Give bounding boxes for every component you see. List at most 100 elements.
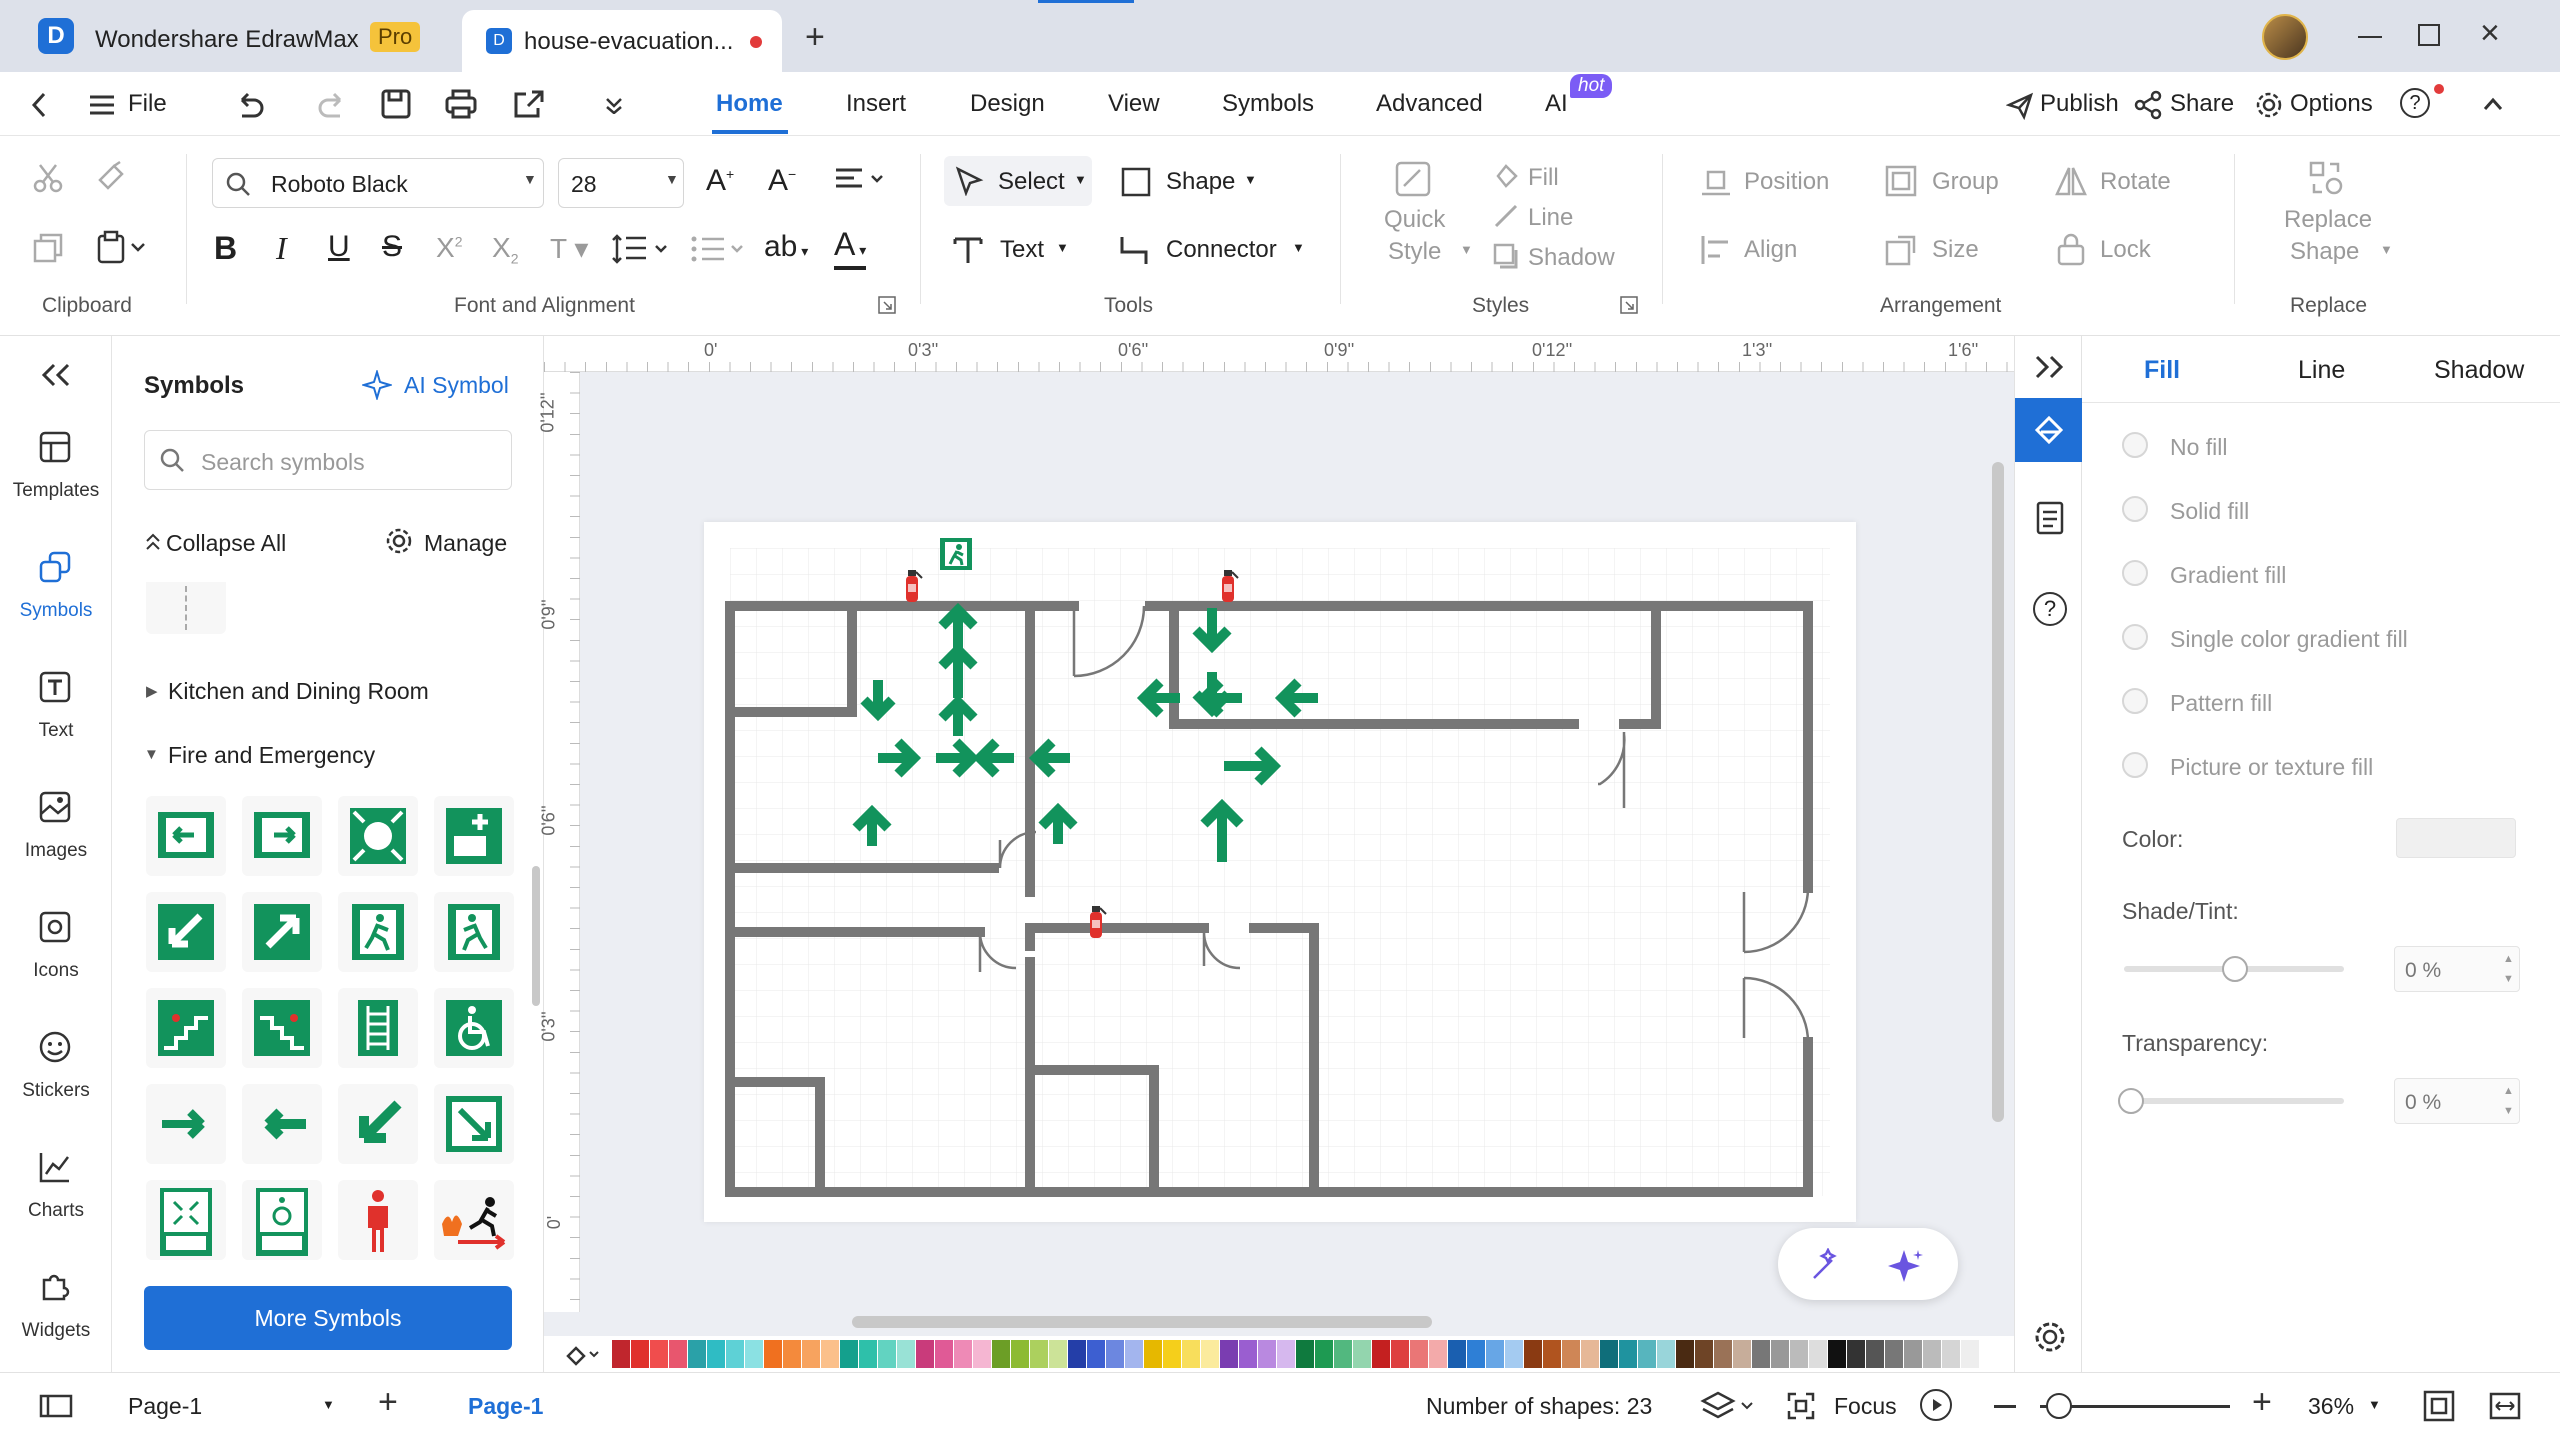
- color-swatch[interactable]: [954, 1340, 972, 1368]
- exit-arrow-up-right-icon[interactable]: [242, 892, 322, 972]
- color-swatch[interactable]: [897, 1340, 915, 1368]
- back-icon[interactable]: [28, 90, 52, 120]
- arrow-left-green-icon[interactable]: [242, 1084, 322, 1164]
- partial-symbol-tile[interactable]: [146, 582, 226, 634]
- category-kitchen[interactable]: Kitchen and Dining Room: [168, 678, 429, 705]
- color-swatch[interactable]: [688, 1340, 706, 1368]
- position-button[interactable]: Position: [1744, 168, 1829, 196]
- sidebar-item-stickers[interactable]: Stickers: [0, 1080, 112, 1102]
- color-swatch[interactable]: [1448, 1340, 1466, 1368]
- color-swatch[interactable]: [1562, 1340, 1580, 1368]
- text-style-icon[interactable]: T ▾: [550, 232, 588, 265]
- arrow-right-green-icon[interactable]: [146, 1084, 226, 1164]
- assembly-point-icon[interactable]: [146, 1180, 226, 1260]
- exit-right-sign-icon[interactable]: [242, 796, 322, 876]
- color-swatch[interactable]: [1277, 1340, 1295, 1368]
- layers-icon[interactable]: [1700, 1389, 1756, 1423]
- color-swatch[interactable]: [1961, 1340, 1979, 1368]
- user-avatar[interactable]: [2262, 14, 2308, 60]
- category-fire-emergency[interactable]: Fire and Emergency: [168, 742, 375, 769]
- dialog-launcher-icon[interactable]: [1620, 296, 1638, 314]
- panel-toggle-icon[interactable]: [38, 1393, 74, 1419]
- color-swatch[interactable]: [916, 1340, 934, 1368]
- person-red-icon[interactable]: [338, 1180, 418, 1260]
- line-button[interactable]: Line: [1528, 204, 1573, 232]
- sidebar-item-symbols[interactable]: Symbols: [0, 600, 112, 622]
- color-swatch[interactable]: [1049, 1340, 1067, 1368]
- radio-picture-fill[interactable]: [2122, 752, 2148, 778]
- shadow-button[interactable]: Shadow: [1528, 244, 1615, 272]
- options-button[interactable]: Options: [2290, 90, 2373, 118]
- color-swatch[interactable]: [1182, 1340, 1200, 1368]
- quick-style-icon[interactable]: [1394, 160, 1432, 198]
- exit-left-sign-icon[interactable]: [146, 796, 226, 876]
- radio-gradient-fill[interactable]: [2122, 560, 2148, 586]
- hamburger-icon[interactable]: [88, 94, 116, 116]
- page-select[interactable]: Page-1 ▼: [126, 1391, 340, 1423]
- color-swatch[interactable]: [1733, 1340, 1751, 1368]
- color-swatch[interactable]: [1942, 1340, 1960, 1368]
- file-menu[interactable]: File: [128, 90, 167, 118]
- canvas-area[interactable]: 0' 0'3'' 0'6'' 0'9'' 0'12'' 1'3'' 1'6'' …: [538, 336, 2014, 1372]
- focus-button[interactable]: Focus: [1834, 1393, 1897, 1420]
- close-icon[interactable]: ×: [2480, 14, 2500, 53]
- color-swatch[interactable]: [1885, 1340, 1903, 1368]
- tab-ai[interactable]: AI: [1545, 90, 1568, 118]
- radio-no-fill[interactable]: [2122, 432, 2148, 458]
- select-button[interactable]: Select ▼: [944, 156, 1092, 206]
- color-swatch[interactable]: [1904, 1340, 1922, 1368]
- running-man-exit-left-icon[interactable]: [434, 892, 514, 972]
- color-swatch[interactable]: [1790, 1340, 1808, 1368]
- rotate-button[interactable]: Rotate: [2100, 168, 2171, 196]
- more-symbols-button[interactable]: More Symbols: [144, 1286, 512, 1350]
- tab-design[interactable]: Design: [970, 90, 1045, 118]
- color-swatch[interactable]: [669, 1340, 687, 1368]
- color-swatch[interactable]: [1505, 1340, 1523, 1368]
- color-swatch[interactable]: [1087, 1340, 1105, 1368]
- color-swatch[interactable]: [802, 1340, 820, 1368]
- shape-button[interactable]: Shape: [1166, 168, 1235, 196]
- underline-icon[interactable]: U: [328, 230, 350, 264]
- color-swatch[interactable]: [1543, 1340, 1561, 1368]
- strikethrough-icon[interactable]: S: [382, 230, 402, 264]
- help-icon[interactable]: ?: [2033, 592, 2067, 626]
- color-swatch[interactable]: [973, 1340, 991, 1368]
- color-swatch[interactable]: [1353, 1340, 1371, 1368]
- font-color-icon[interactable]: A ▾: [834, 228, 867, 270]
- fill-button[interactable]: Fill: [1528, 164, 1559, 192]
- document-tab[interactable]: D house-evacuation...: [462, 10, 782, 72]
- undo-icon[interactable]: [232, 90, 266, 118]
- ladder-icon[interactable]: [338, 988, 418, 1068]
- horizontal-scrollbar[interactable]: [852, 1316, 1432, 1328]
- play-icon[interactable]: [1920, 1389, 1952, 1421]
- paste-icon[interactable]: [96, 230, 146, 264]
- color-swatch[interactable]: [1125, 1340, 1143, 1368]
- collapse-panel-icon[interactable]: [40, 362, 72, 388]
- wheelchair-icon[interactable]: [434, 988, 514, 1068]
- radio-single-gradient[interactable]: [2122, 624, 2148, 650]
- decrease-font-icon[interactable]: A−: [768, 164, 796, 198]
- color-swatch[interactable]: [1524, 1340, 1542, 1368]
- collapse-all-button[interactable]: Collapse All: [166, 530, 286, 557]
- text-case-icon[interactable]: ab ▾: [764, 230, 808, 264]
- color-swatch[interactable]: [1030, 1340, 1048, 1368]
- tab-line[interactable]: Line: [2298, 356, 2345, 385]
- align-button[interactable]: Align: [1744, 236, 1797, 264]
- color-swatch[interactable]: [1429, 1340, 1447, 1368]
- color-swatch[interactable]: [1809, 1340, 1827, 1368]
- text-tool-button[interactable]: Text: [1000, 236, 1044, 264]
- emergency-assembly-icon[interactable]: [338, 796, 418, 876]
- color-swatch[interactable]: [1372, 1340, 1390, 1368]
- sidebar-item-charts[interactable]: Charts: [0, 1200, 112, 1222]
- radio-solid-fill[interactable]: [2122, 496, 2148, 522]
- floor-plan[interactable]: [704, 522, 1856, 1222]
- stepper-icon[interactable]: ▲ ▼: [2503, 949, 2514, 989]
- color-swatch[interactable]: [1220, 1340, 1238, 1368]
- color-swatch[interactable]: [1068, 1340, 1086, 1368]
- color-swatch[interactable]: [1847, 1340, 1865, 1368]
- color-swatch[interactable]: [650, 1340, 668, 1368]
- running-man-exit-icon[interactable]: [338, 892, 418, 972]
- ai-symbol-button[interactable]: AI Symbol: [404, 372, 509, 399]
- zoom-out-button[interactable]: [1994, 1405, 2016, 1408]
- color-swatch[interactable]: [1467, 1340, 1485, 1368]
